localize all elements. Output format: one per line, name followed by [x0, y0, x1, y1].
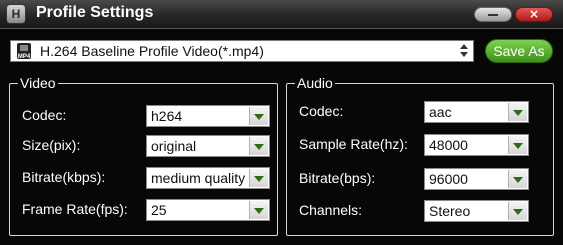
profile-format-value: H.264 Baseline Profile Video(*.mp4)	[40, 43, 264, 59]
mp4-file-icon: MP4	[17, 43, 31, 60]
audio-codec-label: Codec:	[299, 103, 344, 119]
audio-bitrate-select[interactable]: 96000	[424, 168, 529, 190]
video-group-legend: Video	[18, 75, 58, 91]
video-bitrate-label: Bitrate(kbps):	[22, 169, 106, 185]
audio-codec-select[interactable]: aac	[424, 101, 529, 123]
video-bitrate-value: medium quality	[151, 170, 246, 186]
title-bar[interactable]: H Profile Settings ×	[0, 0, 563, 29]
audio-codec-value: aac	[429, 104, 452, 120]
video-size-label: Size(pix):	[22, 137, 81, 153]
video-size-row: Size(pix): original	[10, 135, 277, 157]
dropdown-arrow-icon[interactable]	[508, 170, 527, 188]
audio-samplerate-value: 48000	[429, 137, 468, 153]
up-down-spinner-icon[interactable]	[459, 44, 469, 58]
dropdown-arrow-icon[interactable]	[508, 136, 527, 154]
profile-settings-window: H Profile Settings × MP4 H.264 Baseline …	[0, 0, 563, 245]
video-settings-group: Video Codec: h264 Size(pix): original Bi…	[9, 75, 278, 236]
audio-channels-row: Channels: Stereo	[287, 200, 553, 222]
audio-channels-select[interactable]: Stereo	[424, 200, 529, 222]
audio-bitrate-label: Bitrate(bps):	[299, 170, 376, 186]
dropdown-arrow-icon[interactable]	[249, 169, 268, 187]
save-as-button[interactable]: Save As	[485, 39, 553, 63]
dropdown-arrow-icon[interactable]	[508, 202, 527, 220]
audio-group-legend: Audio	[295, 75, 335, 91]
profile-format-select[interactable]: MP4 H.264 Baseline Profile Video(*.mp4)	[10, 40, 474, 62]
video-codec-select[interactable]: h264	[146, 105, 270, 127]
audio-codec-row: Codec: aac	[287, 101, 553, 123]
video-size-value: original	[151, 138, 197, 154]
close-button[interactable]: ×	[515, 7, 553, 22]
minimize-button[interactable]	[474, 7, 512, 22]
video-codec-label: Codec:	[22, 107, 67, 123]
audio-samplerate-label: Sample Rate(hz):	[299, 136, 408, 152]
audio-samplerate-select[interactable]: 48000	[424, 134, 529, 156]
video-framerate-row: Frame Rate(fps): 25	[10, 199, 277, 221]
video-framerate-select[interactable]: 25	[146, 199, 270, 221]
dropdown-arrow-icon[interactable]	[249, 107, 268, 125]
dropdown-arrow-icon[interactable]	[508, 103, 527, 121]
video-size-select[interactable]: original	[146, 135, 270, 157]
video-codec-row: Codec: h264	[10, 105, 277, 127]
video-bitrate-row: Bitrate(kbps): medium quality	[10, 167, 277, 189]
video-codec-value: h264	[151, 108, 183, 124]
dropdown-arrow-icon[interactable]	[249, 137, 268, 155]
video-framerate-value: 25	[151, 202, 167, 218]
video-bitrate-select[interactable]: medium quality	[146, 167, 270, 189]
audio-channels-label: Channels:	[299, 202, 363, 218]
window-title: Profile Settings	[36, 4, 154, 21]
app-logo-icon: H	[6, 4, 26, 24]
dropdown-arrow-icon[interactable]	[249, 201, 268, 219]
audio-samplerate-row: Sample Rate(hz): 48000	[287, 134, 553, 156]
audio-channels-value: Stereo	[429, 203, 471, 219]
audio-bitrate-row: Bitrate(bps): 96000	[287, 168, 553, 190]
audio-bitrate-value: 96000	[429, 171, 468, 187]
audio-settings-group: Audio Codec: aac Sample Rate(hz): 48000 …	[286, 75, 554, 236]
video-framerate-label: Frame Rate(fps):	[22, 201, 128, 217]
